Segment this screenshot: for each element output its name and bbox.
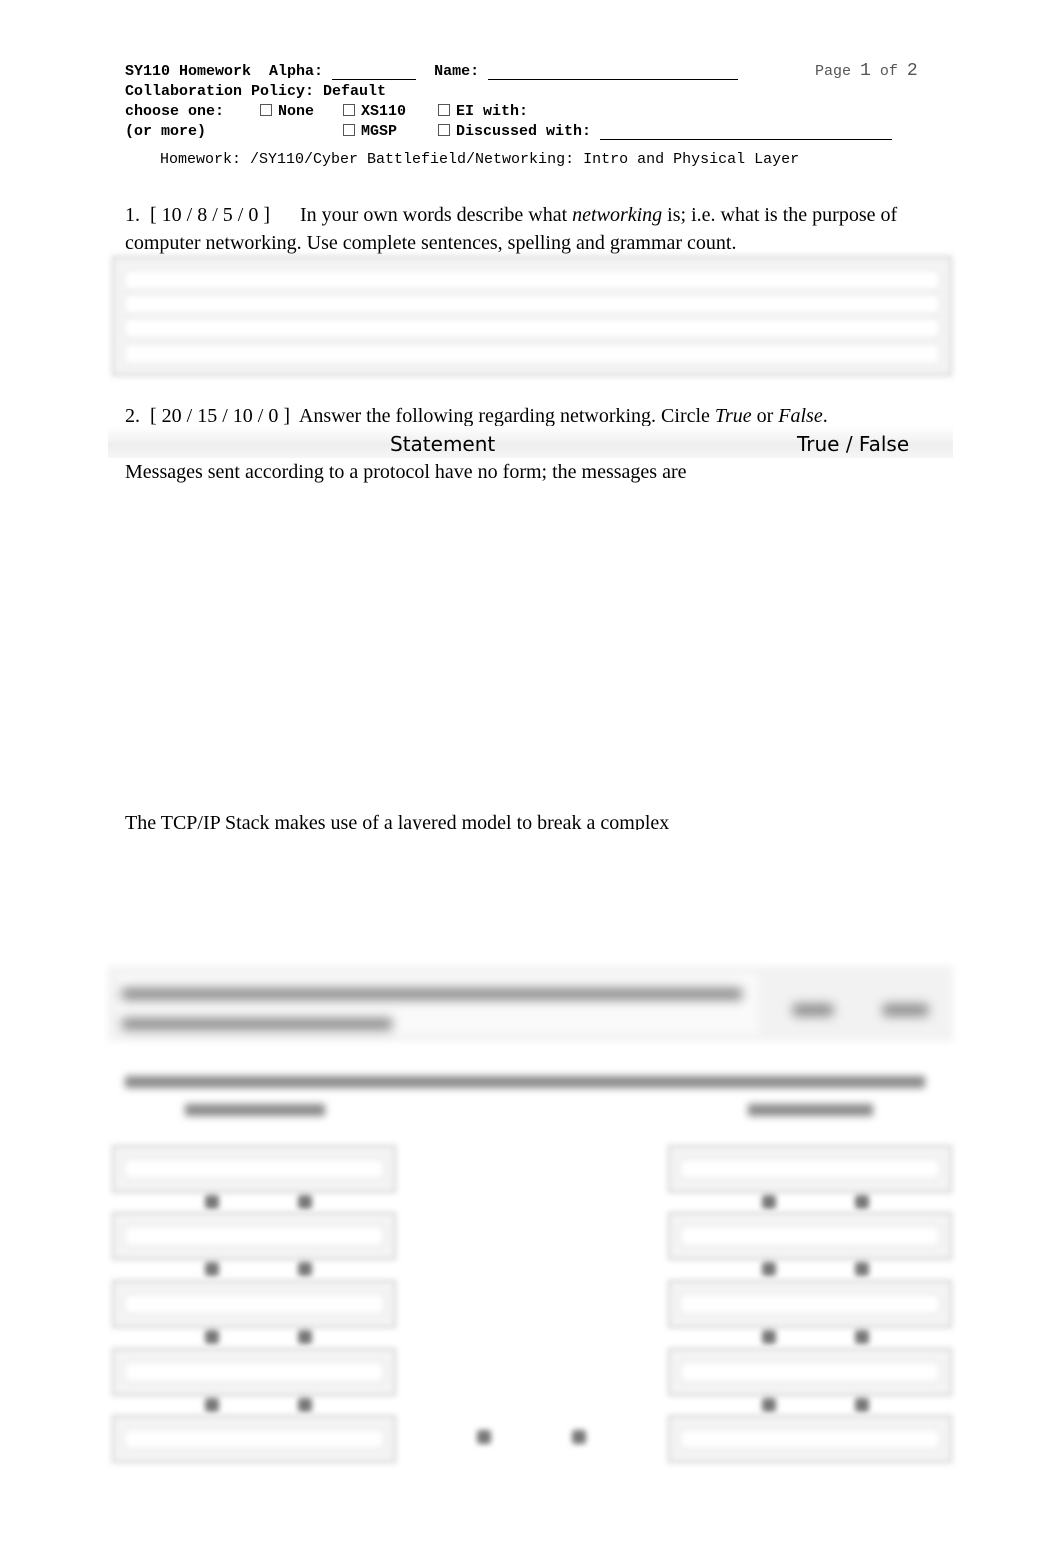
left-layer-box[interactable] [112, 1212, 396, 1260]
arrow-icon [855, 1330, 869, 1344]
arrow-icon [855, 1398, 869, 1412]
right-layer-box[interactable] [668, 1348, 952, 1396]
alpha-field[interactable] [332, 79, 417, 80]
option-discussed[interactable]: Discussed with: [438, 123, 893, 140]
or-more-label: (or more) [125, 123, 207, 140]
checkbox-icon[interactable] [343, 124, 355, 136]
page-indicator: Page 1 of 2 [815, 61, 918, 81]
arrow-icon [762, 1262, 776, 1276]
arrow-icon [298, 1330, 312, 1344]
arrow-icon [855, 1262, 869, 1276]
arrow-icon [298, 1195, 312, 1209]
tf-row-blurred [108, 966, 953, 1041]
left-layer-box[interactable] [112, 1280, 396, 1328]
q1-line-1: 1. [ 10 / 8 / 5 / 0 ] In your own words … [125, 204, 898, 226]
checkbox-icon[interactable] [260, 104, 272, 116]
arrow-icon [205, 1330, 219, 1344]
option-xs110[interactable]: XS110 [343, 103, 406, 120]
q3-blurred-text [125, 1076, 925, 1088]
checkbox-icon[interactable] [343, 104, 355, 116]
choose-label: choose one: [125, 103, 225, 120]
col-statement: Statement [390, 432, 496, 456]
arrow-icon [477, 1430, 491, 1444]
q2-line-1: 2. [ 20 / 15 / 10 / 0 ] Answer the follo… [125, 405, 828, 427]
q1-answer-box[interactable] [112, 256, 952, 376]
arrow-icon [762, 1398, 776, 1412]
arrow-icon [762, 1330, 776, 1344]
arrow-icon [298, 1398, 312, 1412]
statement-1: Messages sent according to a protocol ha… [125, 461, 687, 483]
left-layer-box[interactable] [112, 1348, 396, 1396]
arrow-icon [205, 1262, 219, 1276]
name-label: Name: [434, 63, 480, 80]
arrow-icon [205, 1398, 219, 1412]
checkbox-icon[interactable] [438, 124, 450, 136]
discussed-field[interactable] [600, 139, 893, 140]
option-ei[interactable]: EI with: [438, 103, 528, 120]
homework-page: SY110 Homework Alpha: Name: Page 1 of 2 … [0, 0, 1062, 1556]
right-layer-box[interactable] [668, 1280, 952, 1328]
option-none[interactable]: None [260, 103, 314, 120]
alpha-label: Alpha: [269, 63, 324, 80]
header-line-1: SY110 Homework Alpha: Name: [125, 63, 739, 80]
statement-2: The TCP/IP Stack makes use of a layered … [125, 812, 670, 830]
course-title: SY110 Homework [125, 63, 252, 80]
arrow-icon [855, 1195, 869, 1209]
arrow-icon [762, 1195, 776, 1209]
arrow-icon [572, 1430, 586, 1444]
right-layer-box[interactable] [668, 1145, 952, 1193]
right-layer-box[interactable] [668, 1212, 952, 1260]
name-field[interactable] [488, 79, 739, 80]
arrow-icon [205, 1195, 219, 1209]
q3-right-label [748, 1104, 873, 1116]
option-mgsp[interactable]: MGSP [343, 123, 397, 140]
collab-policy: Collaboration Policy: Default [125, 83, 387, 100]
q1-line-2: computer networking. Use complete senten… [125, 232, 737, 254]
left-layer-box[interactable] [112, 1415, 396, 1463]
right-layer-box[interactable] [668, 1415, 952, 1463]
arrow-icon [298, 1262, 312, 1276]
homework-path: Homework: /SY110/Cyber Battlefield/Netwo… [160, 151, 800, 168]
left-layer-box[interactable] [112, 1145, 396, 1193]
q3-left-label [185, 1104, 325, 1116]
col-true-false: True / False [797, 432, 910, 456]
checkbox-icon[interactable] [438, 104, 450, 116]
statement-2-clip: The TCP/IP Stack makes use of a layered … [120, 810, 820, 830]
